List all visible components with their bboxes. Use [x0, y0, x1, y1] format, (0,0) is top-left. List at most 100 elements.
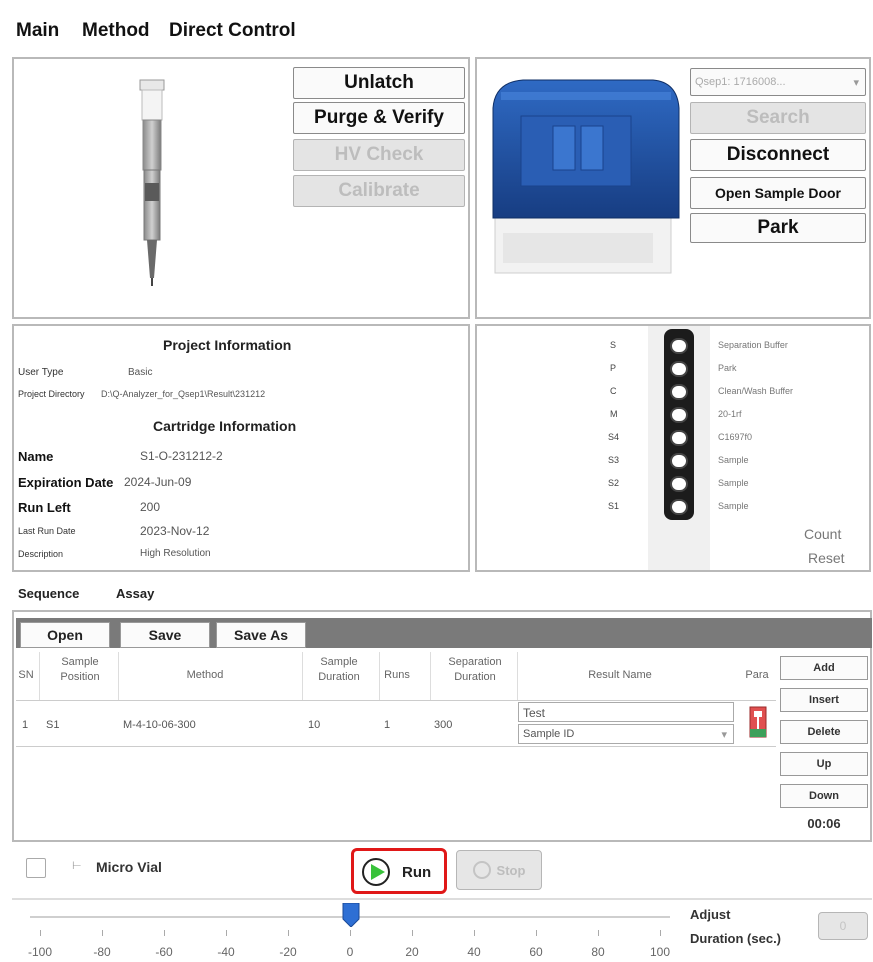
expiration-date-value: 2024-Jun-09: [124, 475, 192, 489]
row-sample-position[interactable]: S1: [46, 719, 59, 731]
header-method: Method: [186, 669, 224, 681]
micro-vial-icon: ⊢: [72, 860, 82, 872]
project-info-title: Project Information: [163, 337, 292, 353]
cartridge-tube-image: [139, 79, 165, 286]
slot-well: [670, 499, 688, 515]
run-button[interactable]: Run: [351, 848, 447, 894]
slider-tick-mark: [102, 930, 103, 936]
slider-tick-label: -60: [155, 945, 173, 959]
row-divider: [16, 746, 776, 747]
expiration-date-label: Expiration Date: [18, 475, 114, 490]
last-run-date-value: 2023-Nov-12: [140, 524, 210, 538]
row-method[interactable]: M-4-10-06-300: [123, 719, 196, 731]
save-as-button[interactable]: Save As: [216, 622, 306, 648]
slider-tick-label: -100: [27, 945, 53, 959]
save-button[interactable]: Save: [120, 622, 210, 648]
slot-description: Sample: [718, 501, 749, 511]
open-sample-door-button[interactable]: Open Sample Door: [690, 177, 866, 209]
slot-description: Separation Buffer: [718, 340, 788, 350]
col-divider: [39, 652, 40, 700]
slider-thumb[interactable]: [341, 902, 361, 928]
slider-tick-mark: [660, 930, 661, 936]
stop-label: Stop: [496, 862, 526, 878]
up-button[interactable]: Up: [780, 752, 868, 776]
disconnect-button[interactable]: Disconnect: [690, 139, 866, 171]
row-separation-duration[interactable]: 300: [434, 719, 452, 731]
slot-well: [670, 476, 688, 492]
tab-sequence[interactable]: Sequence: [18, 586, 79, 601]
col-divider: [430, 652, 431, 700]
header-runs: Runs: [384, 669, 410, 681]
slider-tick-label: 0: [346, 945, 354, 959]
chevron-down-icon: ▾: [853, 76, 859, 89]
down-button[interactable]: Down: [780, 784, 868, 808]
result-name-input[interactable]: Test: [518, 702, 734, 722]
cartridge-info-title: Cartridge Information: [153, 418, 297, 434]
slot-code: P: [610, 363, 617, 373]
col-divider: [379, 652, 380, 700]
user-type-value: Basic: [128, 367, 153, 378]
slider-tick-mark: [474, 930, 475, 936]
micro-vial-checkbox[interactable]: [26, 858, 46, 878]
timer-display: 00:06: [807, 816, 841, 831]
stop-button[interactable]: Stop: [456, 850, 542, 890]
calibrate-button[interactable]: Calibrate: [293, 175, 465, 207]
col-divider: [118, 652, 119, 700]
open-button[interactable]: Open: [20, 622, 110, 648]
slider-tick-mark: [350, 930, 351, 936]
slider-tick-label: -80: [93, 945, 111, 959]
stop-icon: [472, 861, 491, 879]
slot-code: S: [610, 340, 617, 350]
tab-direct-control[interactable]: Direct Control: [169, 20, 296, 42]
tab-assay[interactable]: Assay: [116, 586, 154, 601]
tab-main[interactable]: Main: [16, 20, 59, 42]
project-directory-label: Project Directory: [18, 389, 85, 399]
slot-description: C1697f0: [718, 432, 753, 442]
slot-code: M: [610, 409, 618, 419]
delete-button[interactable]: Delete: [780, 720, 868, 744]
info-panel: [12, 324, 470, 572]
device-select-value: Qsep1: 1716008...: [695, 76, 786, 88]
header-separation-duration: Separation Duration: [448, 656, 502, 683]
header-sample-duration: Sample Duration: [318, 656, 360, 683]
adjust-duration-button[interactable]: 0: [818, 912, 868, 940]
slider-tick-mark: [412, 930, 413, 936]
parameter-icon[interactable]: [748, 705, 768, 739]
adjust-label-1: Adjust: [690, 907, 731, 922]
project-directory-value: D:\Q-Analyzer_for_Qsep1\Result\231212: [101, 389, 266, 399]
slot-well: [670, 384, 688, 400]
col-divider: [517, 652, 518, 700]
user-type-label: User Type: [18, 367, 64, 378]
slot-well: [670, 361, 688, 377]
slider-tick-label: 60: [529, 945, 543, 959]
run-left-value: 200: [140, 500, 161, 514]
result-type-select[interactable]: Sample ID ▾: [518, 724, 734, 744]
tab-method[interactable]: Method: [82, 20, 150, 42]
slider-tick-label: 40: [467, 945, 481, 959]
purge-verify-button[interactable]: Purge & Verify: [293, 102, 465, 134]
park-button[interactable]: Park: [690, 213, 866, 243]
row-runs[interactable]: 1: [384, 719, 390, 731]
count-label: Count: [804, 526, 842, 542]
play-icon: [362, 858, 390, 886]
device-select[interactable]: Qsep1: 1716008... ▾: [690, 68, 866, 96]
slot-code: S2: [608, 478, 620, 488]
hv-check-button[interactable]: HV Check: [293, 139, 465, 171]
slider-tick-label: 20: [405, 945, 419, 959]
insert-button[interactable]: Insert: [780, 688, 868, 712]
slot-description: Sample: [718, 478, 749, 488]
unlatch-button[interactable]: Unlatch: [293, 67, 465, 99]
name-label: Name: [18, 449, 54, 464]
slider-tick-mark: [536, 930, 537, 936]
slot-well: [670, 407, 688, 423]
slider-tick-mark: [288, 930, 289, 936]
slider-tick-mark: [226, 930, 227, 936]
slot-description: Park: [718, 363, 737, 373]
search-button[interactable]: Search: [690, 102, 866, 134]
slot-well: [670, 453, 688, 469]
row-sample-duration[interactable]: 10: [308, 719, 320, 731]
reset-button[interactable]: Reset: [808, 550, 845, 566]
slot-code: S4: [608, 432, 620, 442]
slot-well: [670, 338, 688, 354]
add-button[interactable]: Add: [780, 656, 868, 680]
